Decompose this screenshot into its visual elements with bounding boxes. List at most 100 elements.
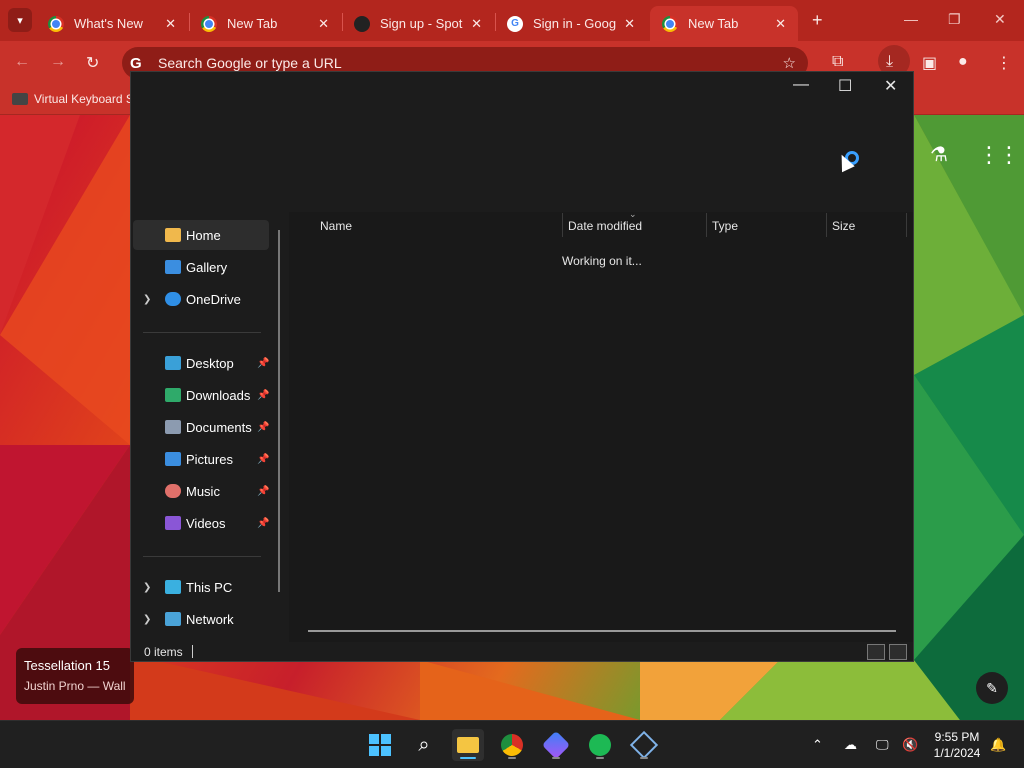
- copilot-logo: [541, 730, 571, 760]
- folder-icon: [457, 737, 479, 753]
- file-explorer-window: — ☐ ✕ Home Gallery ❯ OneDrive Desktop 📌 …: [130, 71, 914, 662]
- back-arrow-icon[interactable]: ←: [14, 53, 30, 71]
- pin-icon[interactable]: 📌: [257, 454, 269, 465]
- start-icon[interactable]: [364, 729, 396, 761]
- reload-icon[interactable]: ↻: [86, 53, 99, 73]
- network-status-icon[interactable]: 🖵: [876, 737, 889, 753]
- clock[interactable]: 9:55 PM 1/1/2024: [926, 729, 988, 761]
- column-header-type[interactable]: Type: [712, 219, 738, 233]
- tab-spotify[interactable]: Sign up - Spotify ✕: [342, 6, 494, 41]
- column-divider[interactable]: [562, 213, 563, 237]
- tab-new-tab-active[interactable]: New Tab ✕: [650, 6, 798, 41]
- tab-strip: ▾ What's New ✕ New Tab ✕ Sign up - Spoti…: [0, 0, 1024, 41]
- column-divider[interactable]: [906, 213, 907, 237]
- nav-scrollbar[interactable]: [278, 230, 280, 592]
- bookmark-virtual-keyboard[interactable]: Virtual Keyboard S: [12, 92, 134, 106]
- chevron-up-icon[interactable]: ⌃: [812, 737, 823, 753]
- nav-item-downloads[interactable]: Downloads 📌: [133, 380, 269, 410]
- nav-divider: [143, 556, 261, 557]
- notification-bell-icon[interactable]: 🔔: [990, 737, 1006, 753]
- column-divider[interactable]: [706, 213, 707, 237]
- pin-icon[interactable]: 📌: [257, 486, 269, 497]
- customize-pencil-icon[interactable]: ✎: [976, 672, 1008, 704]
- copilot-icon[interactable]: [540, 729, 572, 761]
- pin-icon[interactable]: 📌: [257, 422, 269, 433]
- nav-item-pictures[interactable]: Pictures 📌: [133, 444, 269, 474]
- tab-google-signin[interactable]: G Sign in - Google ✕: [495, 6, 647, 41]
- tab-close-icon[interactable]: ✕: [165, 16, 176, 32]
- details-view-icon[interactable]: [867, 644, 885, 660]
- network-icon: [165, 612, 181, 626]
- nav-divider: [143, 332, 261, 333]
- wallpaper-credit[interactable]: Tessellation 15 Justin Prno — Walli: [16, 648, 134, 704]
- new-tab-plus-icon[interactable]: +: [812, 10, 823, 31]
- loading-message: Working on it...: [562, 254, 642, 268]
- tab-close-icon[interactable]: ✕: [775, 16, 786, 32]
- nav-item-this-pc[interactable]: ❯ This PC: [133, 572, 269, 602]
- nav-item-network[interactable]: ❯ Network: [133, 604, 269, 634]
- column-header-name[interactable]: Name: [320, 219, 352, 233]
- file-explorer-icon[interactable]: [452, 729, 484, 761]
- onedrive-status-icon[interactable]: ☁: [844, 737, 857, 753]
- bookmark-label: Virtual Keyboard S: [34, 92, 134, 106]
- column-header-date[interactable]: Date modified: [568, 219, 642, 233]
- close-icon[interactable]: ✕: [994, 11, 1006, 28]
- spotify-icon[interactable]: [584, 729, 616, 761]
- nav-item-videos[interactable]: Videos 📌: [133, 508, 269, 538]
- pin-icon[interactable]: 📌: [257, 518, 269, 529]
- tab-title: New Tab: [227, 16, 278, 31]
- chrome-icon: [48, 15, 64, 32]
- chrome-menu-icon[interactable]: ⋮: [996, 53, 1012, 73]
- explorer-titlebar: — ☐ ✕: [131, 72, 913, 212]
- chevron-right-icon[interactable]: ❯: [143, 582, 151, 593]
- tab-close-icon[interactable]: ✕: [471, 16, 482, 32]
- labs-flask-icon[interactable]: ⚗: [930, 142, 948, 167]
- download-icon[interactable]: ⤓: [886, 53, 893, 71]
- search-icon[interactable]: ⌕: [408, 729, 440, 761]
- profile-icon[interactable]: ●: [958, 53, 968, 71]
- column-divider[interactable]: [826, 213, 827, 237]
- nav-item-documents[interactable]: Documents 📌: [133, 412, 269, 442]
- nav-item-desktop[interactable]: Desktop 📌: [133, 348, 269, 378]
- column-header-size[interactable]: Size: [832, 219, 855, 233]
- downloads-icon: [165, 388, 181, 402]
- tab-search-button[interactable]: ▾: [8, 8, 32, 32]
- chevron-right-icon[interactable]: ❯: [143, 294, 151, 305]
- nav-label: Downloads: [186, 387, 251, 403]
- pin-icon[interactable]: 📌: [257, 358, 269, 369]
- tab-whats-new[interactable]: What's New ✕: [36, 6, 188, 41]
- nav-label: Home: [186, 227, 221, 243]
- extensions-icon[interactable]: ⧉: [832, 53, 843, 71]
- tab-title: What's New: [74, 16, 143, 31]
- this-pc-icon: [165, 580, 181, 594]
- side-panel-icon[interactable]: ▣: [922, 53, 937, 73]
- google-apps-icon[interactable]: ⋮⋮⋮: [978, 142, 1024, 168]
- tab-close-icon[interactable]: ✕: [318, 16, 329, 32]
- nav-label: Documents: [186, 419, 252, 435]
- close-icon[interactable]: ✕: [884, 76, 897, 96]
- tab-new-tab-1[interactable]: New Tab ✕: [189, 6, 341, 41]
- tiles-view-icon[interactable]: [889, 644, 907, 660]
- restore-icon[interactable]: ❐: [948, 11, 961, 28]
- minimize-icon[interactable]: —: [793, 76, 809, 94]
- volume-muted-icon[interactable]: 🔇: [902, 737, 918, 753]
- nav-item-music[interactable]: Music 📌: [133, 476, 269, 506]
- home-icon: [165, 228, 181, 242]
- maximize-icon[interactable]: ☐: [838, 76, 852, 96]
- bookmark-star-icon[interactable]: ☆: [783, 54, 796, 72]
- chrome-icon[interactable]: [496, 729, 528, 761]
- spotify-icon: [354, 15, 370, 32]
- forward-arrow-icon[interactable]: →: [50, 53, 66, 71]
- virtualbox-logo: [629, 730, 659, 760]
- virtualbox-icon[interactable]: [628, 729, 660, 761]
- pin-icon[interactable]: 📌: [257, 390, 269, 401]
- chevron-right-icon[interactable]: ❯: [143, 614, 151, 625]
- nav-label: Videos: [186, 515, 226, 531]
- nav-item-gallery[interactable]: Gallery: [133, 252, 269, 282]
- nav-item-home[interactable]: Home: [133, 220, 269, 250]
- horizontal-scrollbar[interactable]: [308, 630, 896, 632]
- tab-close-icon[interactable]: ✕: [624, 16, 635, 32]
- nav-item-onedrive[interactable]: ❯ OneDrive: [133, 284, 269, 314]
- running-indicator: [460, 757, 476, 759]
- minimize-icon[interactable]: —: [904, 11, 918, 27]
